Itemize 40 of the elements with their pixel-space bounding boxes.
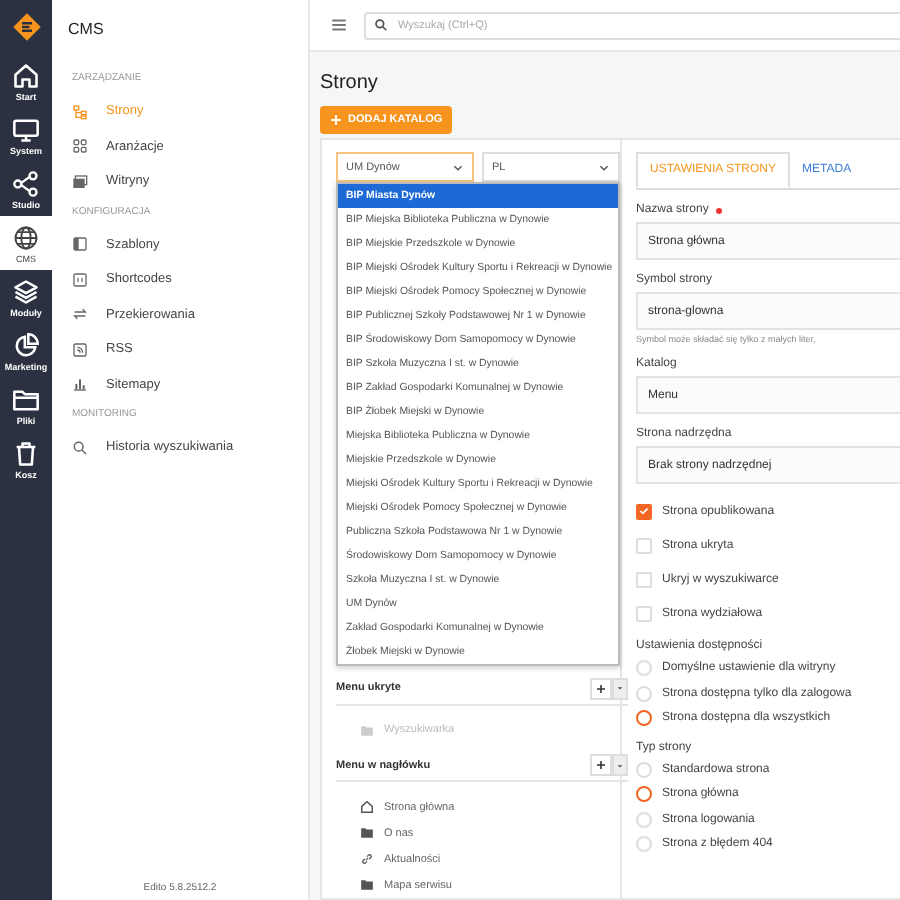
globe-icon — [12, 223, 40, 251]
checkbox[interactable] — [636, 503, 652, 519]
trash-icon — [12, 439, 40, 467]
dropdown-toggle[interactable] — [612, 677, 628, 700]
logo-icon — [11, 12, 41, 42]
chevron-icon — [452, 161, 464, 173]
add-button[interactable] — [590, 754, 612, 777]
layers-icon — [12, 277, 40, 305]
window-icon — [72, 173, 88, 190]
rss-icon — [72, 341, 88, 358]
sitemap-icon — [72, 103, 88, 120]
monitor-icon — [12, 115, 40, 143]
plus-icon — [596, 760, 606, 771]
pie-chart-icon — [12, 331, 40, 359]
required-marker-icon — [716, 207, 723, 213]
arrows-icon — [72, 306, 88, 323]
search-icon — [374, 18, 388, 32]
folder-icon — [360, 826, 374, 840]
menu-icon[interactable] — [330, 16, 348, 34]
shortcode-icon — [72, 271, 88, 288]
radio-button[interactable] — [636, 786, 652, 803]
add-button[interactable] — [590, 677, 612, 700]
folder-icon — [12, 385, 40, 413]
plus-icon — [596, 683, 606, 694]
folder-icon — [360, 878, 374, 892]
grid-icon — [72, 138, 88, 155]
plus-icon — [330, 114, 342, 126]
page-title: Strony — [320, 72, 380, 94]
folder-icon — [360, 723, 374, 737]
sidebar-title: CMS — [68, 20, 106, 38]
link-icon — [360, 852, 374, 866]
layout-icon — [72, 236, 88, 253]
radio-button[interactable] — [636, 710, 652, 727]
bar-chart-icon — [72, 376, 88, 393]
home-icon — [360, 800, 374, 814]
dropdown-toggle[interactable] — [612, 754, 628, 777]
chevron-icon — [598, 161, 610, 173]
home-icon — [12, 61, 40, 89]
search-icon — [72, 439, 88, 456]
share-nodes-icon — [12, 169, 40, 197]
